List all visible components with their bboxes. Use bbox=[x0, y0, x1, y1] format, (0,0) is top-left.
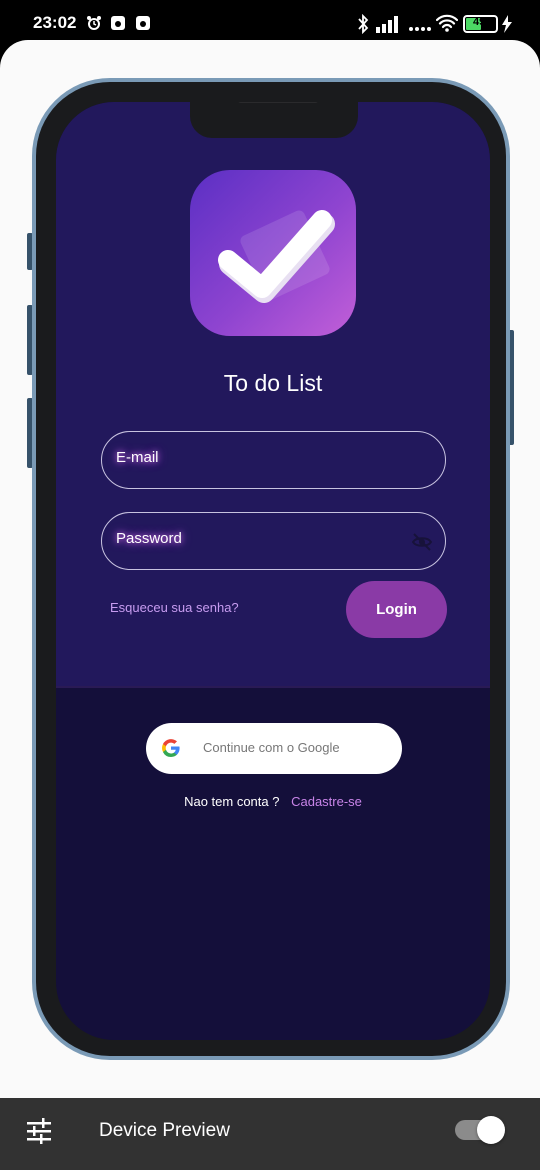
device-bezel: To do List E-mail Password Esqueceu sua … bbox=[36, 82, 506, 1056]
app-icon bbox=[136, 16, 150, 30]
forgot-password-link[interactable]: Esqueceu sua senha? bbox=[110, 600, 239, 615]
charging-icon bbox=[502, 15, 512, 33]
toggle-knob bbox=[477, 1116, 505, 1144]
password-field[interactable]: Password bbox=[101, 512, 446, 570]
battery-level: 49 bbox=[473, 16, 486, 28]
email-label: E-mail bbox=[116, 449, 159, 466]
device-preview-toggle[interactable] bbox=[455, 1116, 505, 1144]
device-frame: To do List E-mail Password Esqueceu sua … bbox=[32, 78, 510, 1060]
tune-icon[interactable] bbox=[26, 1118, 52, 1144]
google-button-label: Continue com o Google bbox=[203, 740, 340, 755]
device-screen: To do List E-mail Password Esqueceu sua … bbox=[56, 102, 490, 1040]
signal-dots-icon bbox=[409, 27, 431, 31]
checkmark-icon bbox=[218, 210, 335, 303]
status-time: 23:02 bbox=[33, 13, 77, 32]
signup-link[interactable]: Cadastre-se bbox=[291, 794, 362, 809]
signal-icon bbox=[376, 16, 398, 33]
device-preview-bar: Device Preview bbox=[0, 1098, 540, 1170]
device-notch bbox=[190, 102, 358, 138]
google-icon bbox=[162, 739, 180, 757]
app-title: To do List bbox=[223, 370, 323, 396]
no-account-text: Nao tem conta ? bbox=[184, 794, 280, 809]
wifi-icon bbox=[436, 14, 458, 32]
visibility-off-icon[interactable] bbox=[411, 532, 433, 552]
app-icon bbox=[111, 16, 125, 30]
bluetooth-icon bbox=[358, 14, 369, 34]
device-preview-label: Device Preview bbox=[99, 1120, 230, 1141]
login-button[interactable]: Login bbox=[346, 581, 447, 638]
alarm-icon bbox=[87, 16, 101, 30]
password-label: Password bbox=[116, 530, 182, 547]
signup-row: Nao tem conta ? Cadastre-se bbox=[56, 794, 490, 809]
app-logo bbox=[190, 170, 356, 336]
battery-icon: 49 bbox=[463, 15, 498, 33]
email-field[interactable]: E-mail bbox=[101, 431, 446, 489]
google-signin-button[interactable]: Continue com o Google bbox=[146, 723, 402, 774]
